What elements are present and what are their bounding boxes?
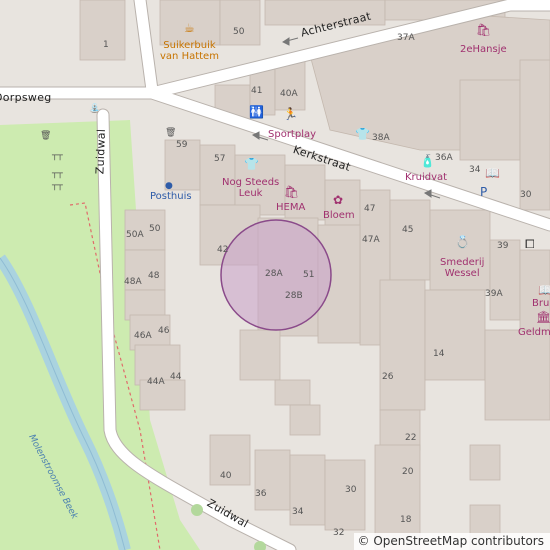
house-number: 44A [147,377,165,387]
house-number: 38A [372,133,390,143]
poi-label-2ehansje[interactable]: 2eHansje [460,44,507,55]
clothes-icon[interactable]: 👕 [244,158,259,170]
poi-label-geldm[interactable]: Geldm [518,327,550,338]
house-number: 34 [469,165,481,175]
house-number: 47A [362,235,380,245]
house-number: 48A [124,277,142,287]
poi-label-kruidvat[interactable]: Kruidvat [405,172,447,183]
house-number: 48 [148,271,160,281]
house-number: 59 [176,140,188,150]
house-number: 46 [158,326,170,336]
bench-icon: ┬┬ [52,151,63,161]
attribution-text: © OpenStreetMap contributors [357,534,544,548]
house-number: 40 [220,471,232,481]
jewelry-icon[interactable]: 💍 [455,236,470,248]
clothes-icon[interactable]: 👕 [355,128,370,140]
house-number: 45 [402,225,414,235]
poi-label-posthuis[interactable]: Posthuis [150,191,192,202]
viewpoint-icon[interactable]: ⧠ [525,238,535,250]
poi-label-smederij-wessel[interactable]: Smederij Wessel [440,257,484,279]
street-label-zuidwal-west: Zuidwal [93,128,109,175]
house-number: 28B [285,291,303,301]
poi-label-sportplay[interactable]: Sportplay [268,129,316,140]
house-number: 46A [134,331,152,341]
house-number: 28A [265,269,283,279]
house-number: 14 [433,349,445,359]
house-number: 47 [364,204,376,214]
house-number: 18 [400,515,412,525]
chemist-icon[interactable]: 🧴 [420,155,435,167]
house-number: 51 [303,270,315,280]
cafe-icon[interactable]: ☕ [184,22,195,34]
poi-label-suikerbuik[interactable]: Suikerbuik van Hattem [160,40,219,62]
house-number: 22 [405,433,417,443]
house-number: 42 [217,245,229,255]
tree-marker [191,504,203,516]
house-number: 39 [497,241,509,251]
book-icon[interactable]: 📖 [538,284,550,296]
house-number: 34 [292,507,304,517]
house-number: 57 [214,154,226,164]
poi-label-bloem[interactable]: Bloem [323,210,355,221]
bench-icon: ┬┬ [52,181,63,191]
house-number: 50 [233,27,245,37]
book-icon[interactable]: 📖 [485,167,500,179]
house-number: 26 [382,372,394,382]
waste-basket-icon: 🗑 [40,131,52,141]
poi-label-nog-steeds-leuk[interactable]: Nog Steeds Leuk [222,177,279,199]
bank-icon[interactable]: 🏛 [536,311,550,323]
house-number: 50 [149,224,161,234]
house-number: 44 [170,372,182,382]
fountain-icon: ⛲ [89,104,101,114]
house-number: 36A [435,153,453,163]
house-number: 30 [520,190,532,200]
map-view[interactable]: Achterstraat Kerkstraat Zuidwal Zuidwal … [0,0,550,550]
attribution[interactable]: © OpenStreetMap contributors [353,533,550,550]
poi-label-bru[interactable]: Bru [532,298,549,309]
sport-icon[interactable]: 🏃 [283,108,298,120]
house-number: 1 [103,40,109,50]
house-number: 20 [402,467,414,477]
street-label-dorpsweg: Dorpsweg [0,91,52,104]
house-number: 37A [397,33,415,43]
shop-icon[interactable]: 🛍 [476,24,491,36]
house-number: 32 [333,528,345,538]
florist-icon[interactable]: ✿ [333,194,343,206]
house-number: 39A [485,289,503,299]
house-number: 50A [126,230,144,240]
house-number: 40A [280,89,298,99]
parking-icon[interactable]: P [480,186,487,198]
poi-label-hema[interactable]: HEMA [276,202,305,213]
road-north [134,0,158,96]
toilet-icon[interactable]: 🚻 [249,106,264,118]
bench-icon: ┬┬ [52,169,63,179]
house-number: 36 [255,489,267,499]
shop-icon[interactable]: 🛍 [284,186,299,198]
house-number: 30 [345,485,357,495]
house-number: 41 [251,86,263,96]
waste-basket-icon: 🗑 [165,128,177,138]
